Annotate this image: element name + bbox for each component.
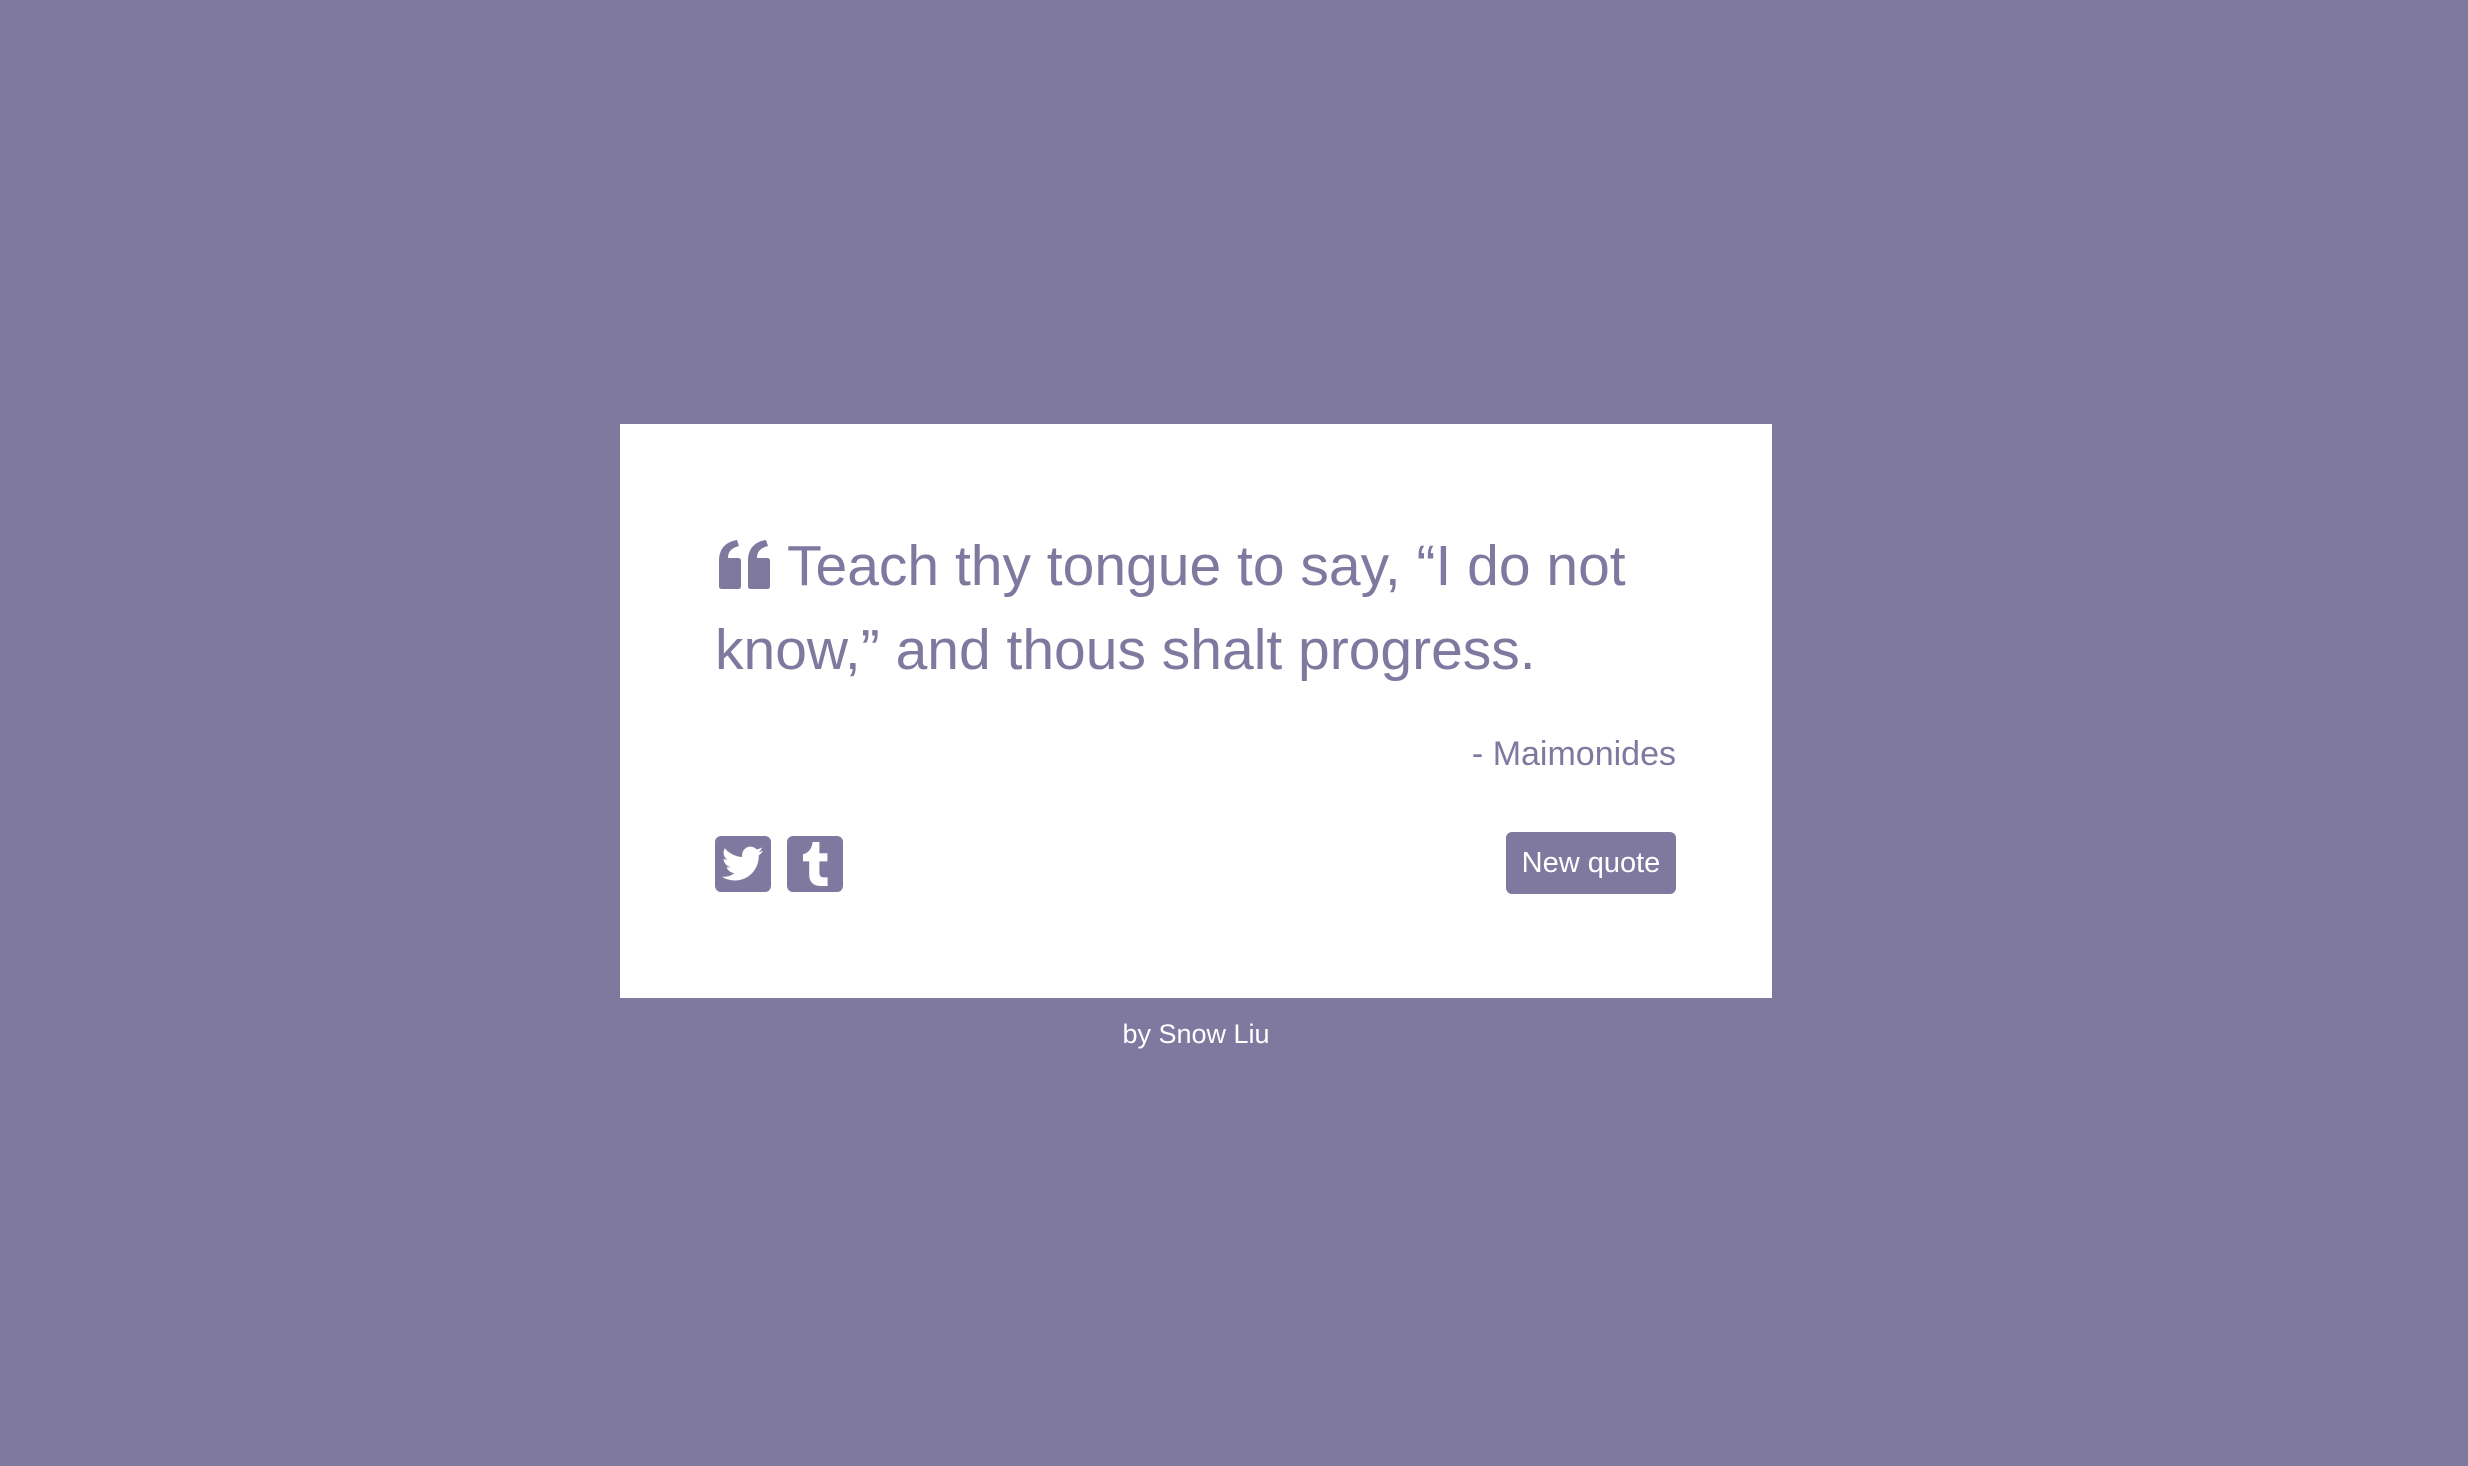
- new-quote-button[interactable]: New quote: [1506, 832, 1676, 894]
- author-credit: by Snow Liu: [1122, 1019, 1270, 1049]
- quote-paragraph: Teach thy tongue to say, “I do not know,…: [715, 524, 1695, 692]
- twitter-icon: [722, 846, 764, 882]
- page-background: Teach thy tongue to say, “I do not know,…: [0, 0, 2468, 1466]
- quote-left-icon: [715, 539, 773, 591]
- quote-text: Teach thy tongue to say, “I do not know,…: [715, 534, 1626, 682]
- quote-card: Teach thy tongue to say, “I do not know,…: [620, 424, 1772, 998]
- tumblr-button[interactable]: [787, 836, 843, 892]
- tumblr-icon: [801, 842, 829, 886]
- tweet-button[interactable]: [715, 836, 771, 892]
- quote-author: - Maimonides: [1471, 735, 1676, 773]
- share-buttons: [715, 836, 843, 892]
- quote-block: Teach thy tongue to say, “I do not know,…: [715, 524, 1695, 692]
